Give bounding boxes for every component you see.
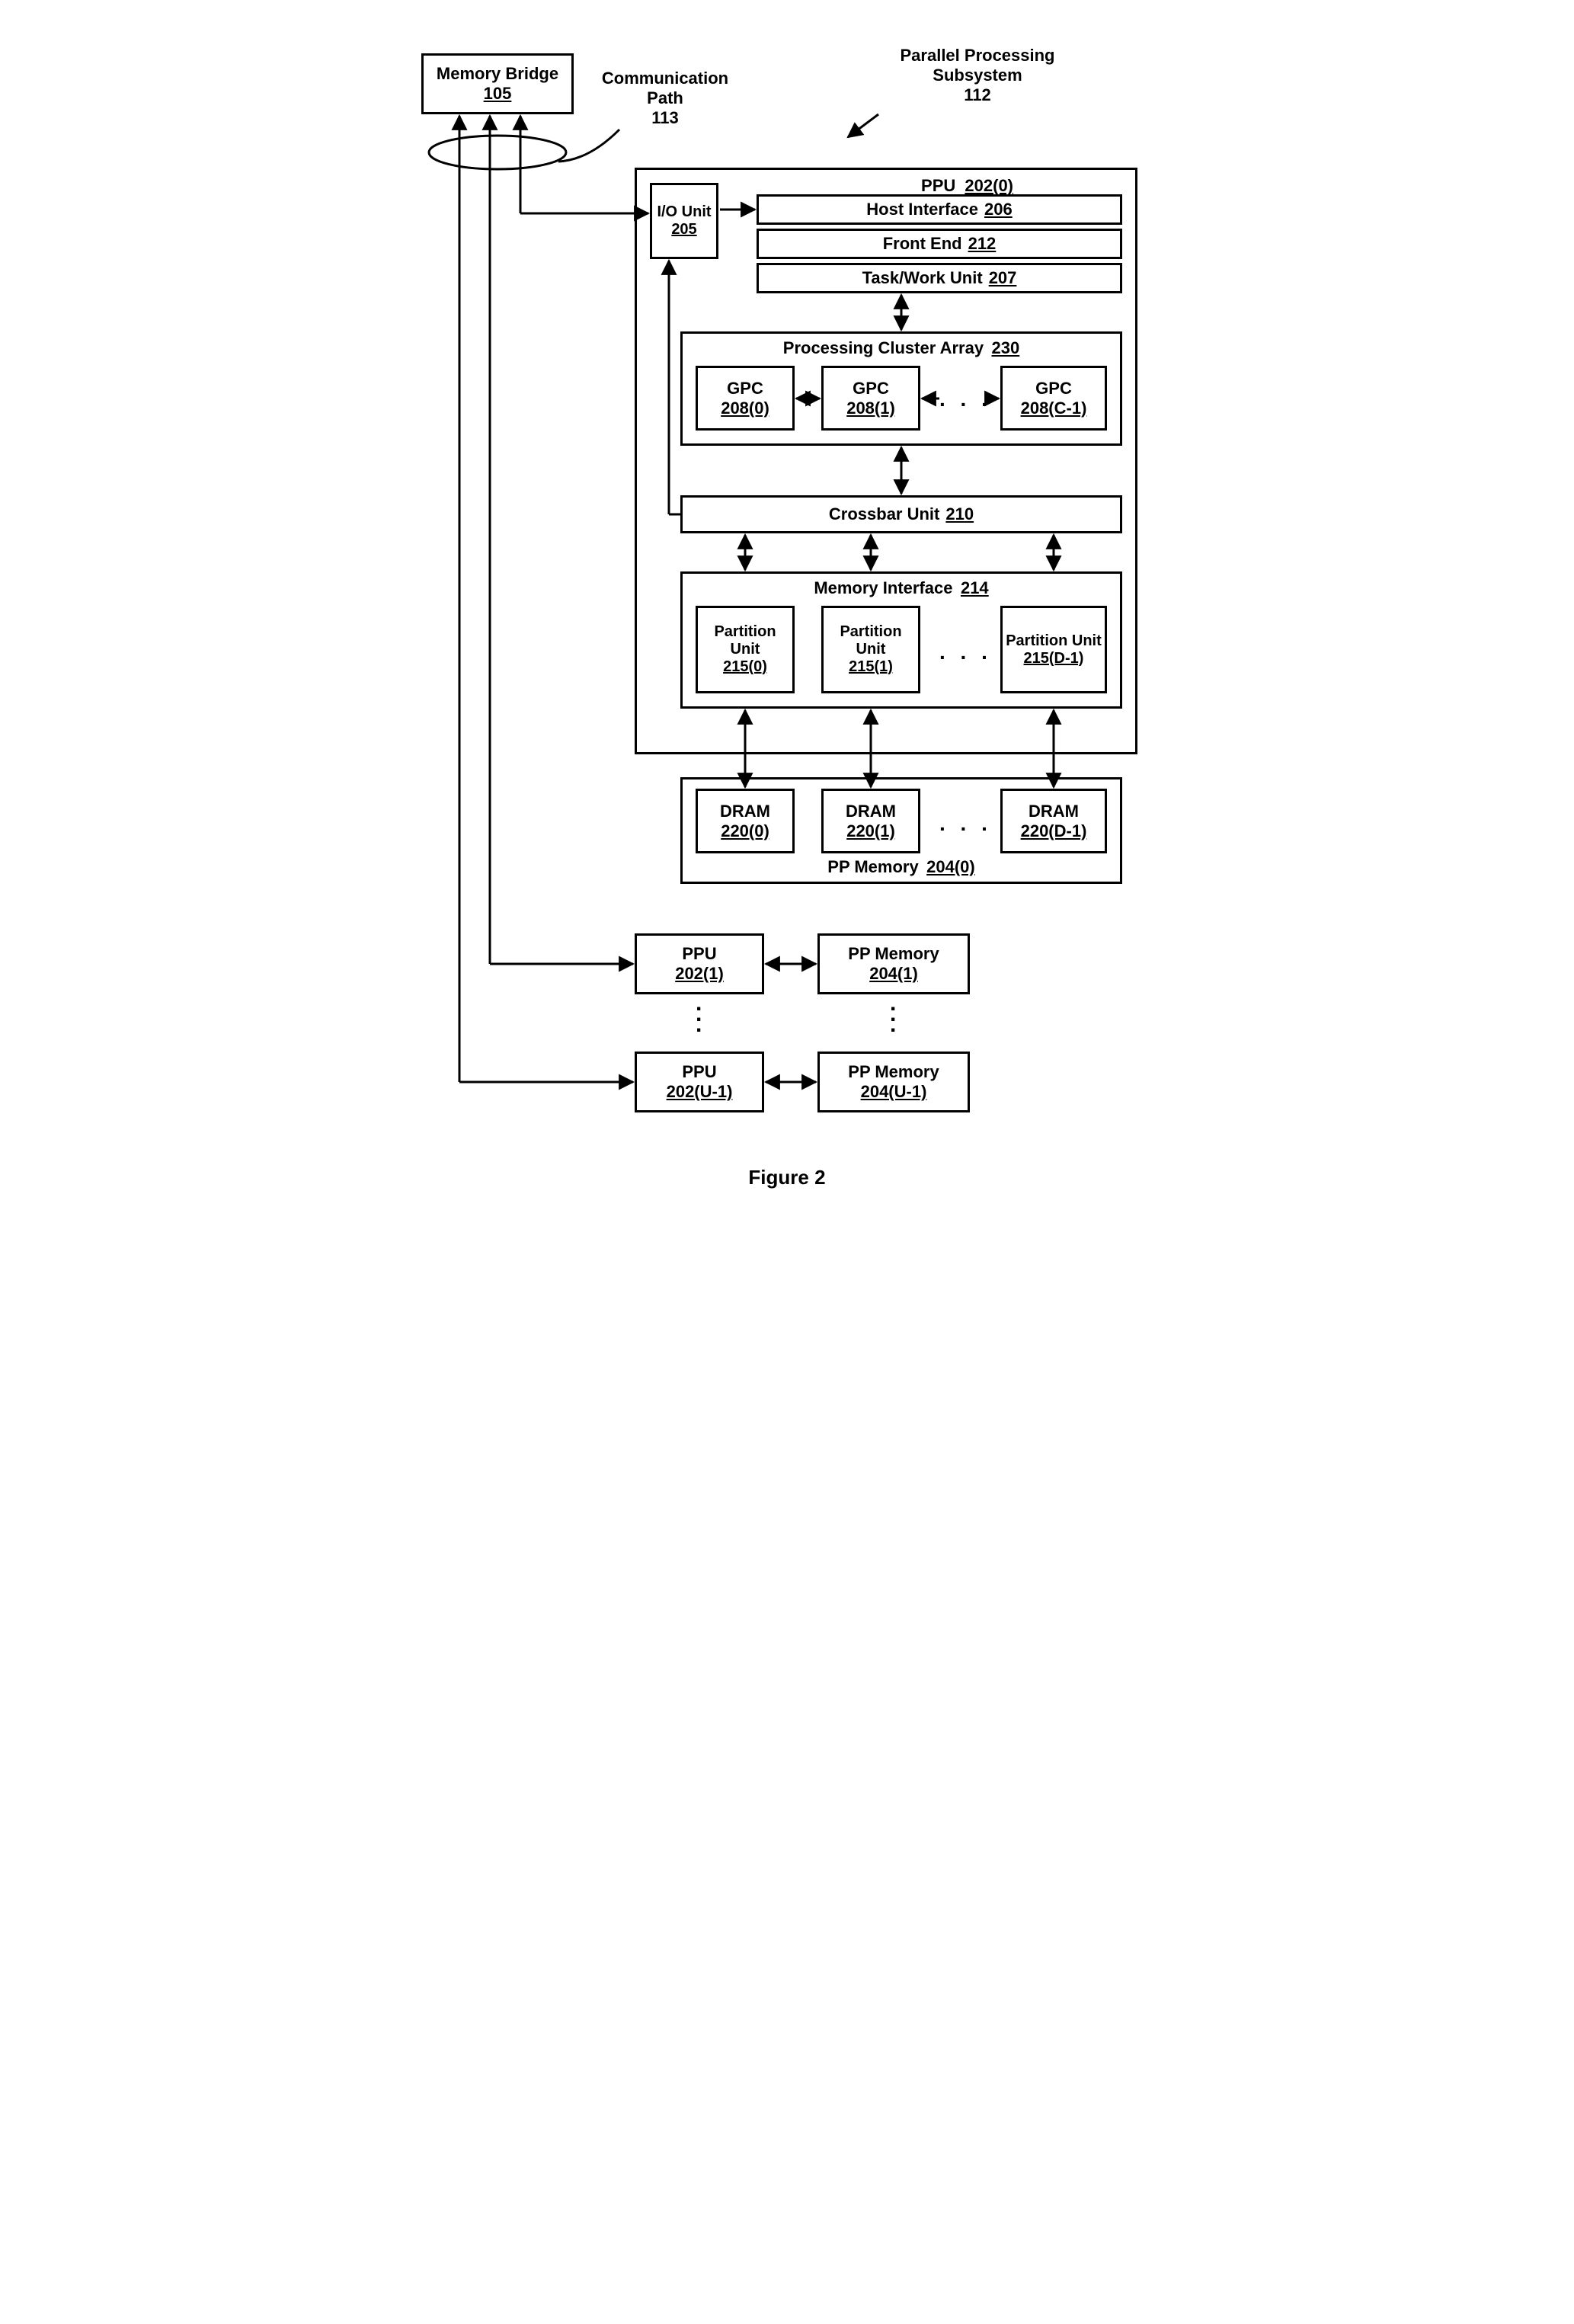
front-end-ref: 212 [968,234,997,254]
pca-ref: 230 [992,338,1020,357]
crossbar-label: Crossbar Unit [829,504,939,524]
ppmem1-label: PP Memory [848,944,939,964]
gpc1-ref: 208(1) [846,399,895,418]
gpcC-label: GPC [1035,379,1072,399]
gpc1-label: GPC [853,379,889,399]
pu1-label: Partition Unit [824,623,918,658]
ppuU-ref: 202(U-1) [667,1082,733,1102]
dramD-label: DRAM [1029,802,1079,821]
gpc0-label: GPC [727,379,763,399]
pu1-ref: 215(1) [849,658,893,676]
task-unit-label: Task/Work Unit [862,268,983,288]
memory-bridge-box: Memory Bridge 105 [421,53,574,114]
pca-title: Processing Cluster Array [783,338,984,357]
crossbar-box: Crossbar Unit 210 [680,495,1122,533]
dram0-box: DRAM 220(0) [696,789,795,853]
memory-bridge-ref: 105 [484,84,512,104]
gpc0-ref: 208(0) [721,399,769,418]
gpcC-ref: 208(C-1) [1021,399,1087,418]
ppmem-vertical-ellipsis: ... [890,998,896,1030]
task-unit-ref: 207 [989,268,1017,288]
gpcC-box: GPC 208(C-1) [1000,366,1107,431]
diagram-canvas: Memory Bridge 105 Communication Path 113… [406,30,1168,1158]
dram0-ref: 220(0) [721,821,769,841]
puD-ref: 215(D-1) [1024,650,1084,667]
ppmem1-box: PP Memory 204(1) [817,933,970,994]
dram0-label: DRAM [720,802,770,821]
io-unit-box: I/O Unit 205 [650,183,718,259]
pca-title-group: Processing Cluster Array 230 [783,338,1019,358]
ppmem0-title: PP Memory [827,857,918,876]
ppu1-box: PPU 202(1) [635,933,764,994]
host-if-label: Host Interface [866,200,978,219]
crossbar-ref: 210 [945,504,974,524]
pu1-box: Partition Unit 215(1) [821,606,920,693]
ppmemU-box: PP Memory 204(U-1) [817,1052,970,1112]
pps-label-group: Parallel Processing Subsystem 112 [878,46,1077,105]
ppu1-ref: 202(1) [675,964,724,984]
host-if-box: Host Interface 206 [757,194,1122,225]
dramD-box: DRAM 220(D-1) [1000,789,1107,853]
pu0-label: Partition Unit [698,623,792,658]
front-end-box: Front End 212 [757,229,1122,259]
mi-title: Memory Interface [814,578,952,597]
mi-title-group: Memory Interface 214 [814,578,988,598]
gpc1-box: GPC 208(1) [821,366,920,431]
front-end-label: Front End [883,234,962,254]
pu0-box: Partition Unit 215(0) [696,606,795,693]
comm-path-ref: 113 [589,108,741,128]
ppu0-title-group: PPU 202(0) [921,176,1013,196]
pu-ellipsis: . . . [939,640,992,664]
dram1-ref: 220(1) [846,821,895,841]
puD-label: Partition Unit [1006,632,1102,650]
pps-ref: 112 [878,85,1077,105]
io-unit-label: I/O Unit [657,203,711,221]
puD-box: Partition Unit 215(D-1) [1000,606,1107,693]
ppuU-label: PPU [682,1062,716,1082]
dram-ellipsis: . . . [939,811,992,836]
ppu-vertical-ellipsis: ... [696,998,702,1030]
gpc-ellipsis: . . . [939,387,992,411]
memory-bridge-label: Memory Bridge [437,64,558,84]
ppmemU-ref: 204(U-1) [861,1082,927,1102]
dramD-ref: 220(D-1) [1021,821,1087,841]
ppmem0-title-group: PP Memory 204(0) [827,857,974,877]
gpc0-box: GPC 208(0) [696,366,795,431]
ppuU-box: PPU 202(U-1) [635,1052,764,1112]
ppu1-label: PPU [682,944,716,964]
ppmem1-ref: 204(1) [869,964,918,984]
ppmemU-label: PP Memory [848,1062,939,1082]
dram1-label: DRAM [846,802,896,821]
comm-path-label-group: Communication Path 113 [589,69,741,128]
figure-caption: Figure 2 [30,1166,1544,1189]
ppu0-ref: 202(0) [965,176,1013,195]
ppu0-title: PPU [921,176,955,195]
pu0-ref: 215(0) [723,658,767,676]
mi-ref: 214 [961,578,989,597]
comm-path-label: Communication Path [589,69,741,108]
pps-label: Parallel Processing Subsystem [878,46,1077,85]
io-unit-ref: 205 [671,221,696,238]
ppmem0-ref: 204(0) [926,857,975,876]
host-if-ref: 206 [984,200,1013,219]
task-unit-box: Task/Work Unit 207 [757,263,1122,293]
dram1-box: DRAM 220(1) [821,789,920,853]
